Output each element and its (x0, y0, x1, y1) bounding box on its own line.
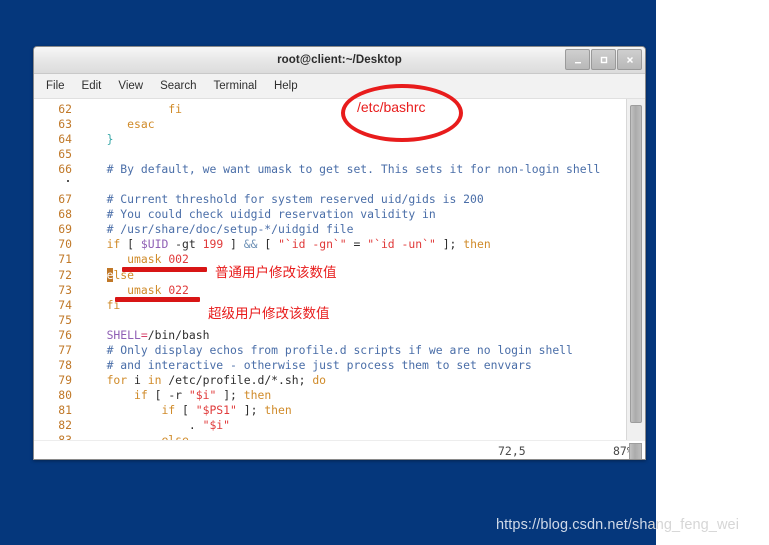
resize-grip[interactable] (629, 443, 642, 459)
window-titlebar[interactable]: root@client:~/Desktop (34, 47, 645, 74)
scrollbar-thumb[interactable] (630, 105, 642, 423)
annotation-underline-2 (115, 297, 200, 302)
menu-item-view[interactable]: View (118, 80, 143, 92)
code-line: 75 (34, 313, 626, 328)
code-line: 77 # Only display echos from profile.d s… (34, 343, 626, 358)
menu-item-help[interactable]: Help (274, 80, 298, 92)
code-line: 63 esac (34, 117, 626, 132)
code-line: 62 fi (34, 102, 626, 117)
line-number: 64 (58, 132, 72, 147)
line-number: 67 (58, 192, 72, 207)
code-line: 66 # By default, we want umask to get se… (34, 162, 626, 177)
line-number: 66 (58, 162, 72, 177)
code-line: 64 } (34, 132, 626, 147)
watermark: https://blog.csdn.net/shang_feng_wei (496, 517, 739, 533)
code-line: 67 # Current threshold for system reserv… (34, 192, 626, 207)
line-number: 75 (58, 312, 72, 327)
annotation-ellipse-label: /etc/bashrc (357, 99, 426, 115)
watermark-part-2: ang_feng_wei (647, 517, 740, 533)
code-line: 81 if [ "$PS1" ]; then (34, 403, 626, 418)
code-line: 78 # and interactive - otherwise just pr… (34, 358, 626, 373)
code-line: 68 # You could check uidgid reservation … (34, 207, 626, 222)
screen: root@client:~/Desktop File Edit View Sea… (0, 0, 769, 545)
line-number: 70 (58, 237, 72, 252)
code-line: 83 else (34, 433, 626, 440)
line-number: 74 (58, 297, 72, 312)
minimize-button[interactable] (565, 49, 590, 70)
line-number: 76 (58, 327, 72, 342)
code-line: 69 # /usr/share/doc/setup-*/uidgid file (34, 222, 626, 237)
line-number: 69 (58, 222, 72, 237)
line-number: 83 (34, 433, 72, 440)
line-number: 62 (58, 102, 72, 116)
vertical-scrollbar[interactable] (626, 99, 645, 440)
window-title: root@client:~/Desktop (277, 54, 402, 66)
code-line: 65 (34, 147, 626, 162)
line-number: 63 (58, 117, 72, 132)
annotation-underline-1 (122, 267, 207, 272)
window-controls (565, 49, 642, 70)
menu-item-terminal[interactable]: Terminal (214, 80, 257, 92)
close-button[interactable] (617, 49, 642, 70)
stray-dot (67, 180, 69, 182)
line-number: 79 (58, 372, 72, 387)
line-number: 68 (58, 207, 72, 222)
annotation-note-2: 超级用户修改该数值 (208, 306, 330, 322)
line-number: 71 (58, 252, 72, 267)
cursor-position: 72,5 (498, 444, 526, 458)
line-number: 82 (58, 417, 72, 432)
editor-statusbar: 72,5 87% (34, 440, 645, 459)
watermark-part-1: https://blog.csdn.net/sh (496, 517, 648, 533)
menubar: File Edit View Search Terminal Help (34, 74, 645, 99)
line-number: 81 (58, 402, 72, 417)
line-number: 72 (58, 267, 72, 282)
line-number: 65 (58, 147, 72, 162)
terminal-window: root@client:~/Desktop File Edit View Sea… (33, 46, 646, 460)
line-number: 78 (58, 357, 72, 372)
code-line: 79 for i in /etc/profile.d/*.sh; do (34, 373, 626, 388)
line-number: 73 (58, 282, 72, 297)
menu-item-file[interactable]: File (46, 80, 65, 92)
menu-item-edit[interactable]: Edit (82, 80, 102, 92)
code-line: 80 if [ -r "$i" ]; then (34, 388, 626, 403)
code-line: 70 if [ $UID -gt 199 ] && [ "`id -gn`" =… (34, 237, 626, 252)
annotation-note-1: 普通用户修改该数值 (215, 265, 337, 281)
line-number: 80 (58, 387, 72, 402)
code-line: 82 . "$i" (34, 418, 626, 433)
menu-item-search[interactable]: Search (160, 80, 196, 92)
code-line: 76 SHELL=/bin/bash (34, 328, 626, 343)
maximize-button[interactable] (591, 49, 616, 70)
line-number: 77 (58, 342, 72, 357)
code-line: 73 umask 022 (34, 283, 626, 298)
